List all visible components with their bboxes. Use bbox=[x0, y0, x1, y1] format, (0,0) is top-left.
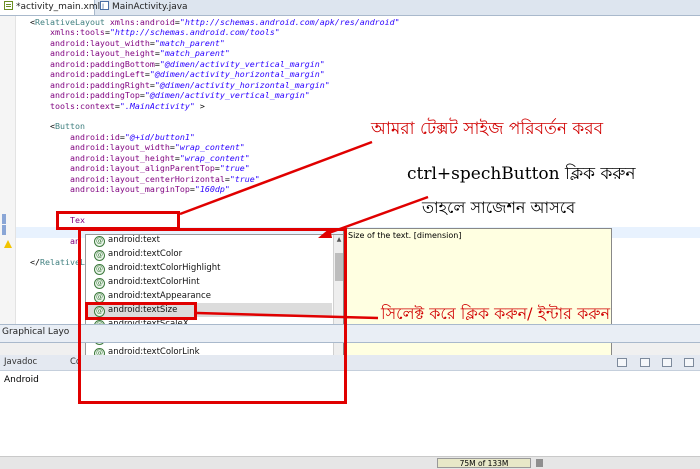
change-marker bbox=[2, 225, 6, 235]
code-token: "true" bbox=[219, 163, 250, 174]
code-line: android:paddingTop="@dimen/activity_vert… bbox=[30, 90, 400, 100]
code-token: Button bbox=[54, 121, 85, 132]
code-token: android:id bbox=[30, 131, 120, 142]
xml-file-icon bbox=[4, 1, 13, 10]
code-token: an bbox=[30, 236, 80, 247]
code-line: android:paddingRight="@dimen/activity_ho… bbox=[30, 80, 400, 90]
svg-text:J: J bbox=[101, 3, 104, 11]
code-token: android:layout_marginTop bbox=[30, 184, 190, 194]
warning-icon bbox=[4, 240, 12, 248]
code-token: "true" bbox=[229, 173, 260, 184]
editor-gutter bbox=[0, 16, 16, 324]
code-line: android:paddingLeft="@dimen/activity_hor… bbox=[30, 69, 400, 79]
code-token: android:layout_centerHorizontal bbox=[30, 173, 225, 184]
heap-status[interactable]: 75M of 133M bbox=[437, 458, 531, 468]
code-line: xmlns:tools="http://schemas.android.com/… bbox=[30, 27, 400, 37]
toolbar-display-icon[interactable] bbox=[662, 358, 672, 367]
code-token: android:layout_width bbox=[30, 142, 170, 153]
code-token: "@dimen/activity_horizontal_margin" bbox=[154, 79, 330, 90]
code-line: android:paddingBottom="@dimen/activity_v… bbox=[30, 59, 400, 69]
annotation-select-click: সিলেক্ট করে ক্লিক করুন/ ইন্টার করুন bbox=[381, 304, 611, 323]
code-line: android:layout_width="wrap_content" bbox=[30, 142, 400, 152]
code-token: android:layout_height bbox=[30, 152, 175, 163]
change-marker bbox=[2, 214, 6, 224]
java-file-icon: J bbox=[100, 1, 109, 11]
code-token: "@dimen/activity_vertical_margin" bbox=[159, 58, 325, 69]
annotation-suggestion: তাহলে সাজেশন আসবে bbox=[422, 198, 576, 217]
code-line: android:id="@+id/button1" bbox=[30, 132, 400, 142]
code-line: tools:context=".MainActivity" > bbox=[30, 101, 400, 111]
status-bar: 75M of 133M bbox=[0, 456, 700, 469]
tab-label: *activity_main.xml bbox=[16, 2, 101, 12]
doc-text: Size of the text. [dimension] bbox=[348, 231, 462, 240]
code-token: "wrap_content" bbox=[179, 152, 250, 163]
console-name: Android bbox=[4, 375, 39, 385]
code-token: "@dimen/activity_vertical_margin" bbox=[144, 90, 310, 101]
code-token: "http://schemas.android.com/tools" bbox=[109, 27, 280, 38]
code-token: "wrap_content" bbox=[174, 142, 245, 153]
code-token: android:layout_width bbox=[30, 37, 150, 48]
code-token: "match_parent" bbox=[154, 37, 225, 48]
tab-graphical-layout[interactable]: Graphical Layo bbox=[2, 327, 69, 337]
code-token: android:paddingLeft bbox=[30, 69, 145, 80]
code-token: android:paddingBottom bbox=[30, 58, 155, 69]
code-token: ".MainActivity" bbox=[119, 100, 195, 111]
code-token: "@dimen/activity_horizontal_margin" bbox=[149, 69, 325, 80]
code-token: android:paddingRight bbox=[30, 79, 150, 90]
code-token: "http://schemas.android.com/apk/res/andr… bbox=[179, 17, 400, 27]
tab-label: MainActivity.java bbox=[112, 2, 188, 12]
code-token: android:layout_height bbox=[30, 48, 155, 59]
tab-javadoc[interactable]: Javadoc bbox=[4, 357, 37, 367]
code-line: android:layout_width="match_parent" bbox=[30, 38, 400, 48]
code-token: </ bbox=[30, 257, 40, 268]
code-token: RelativeLayout bbox=[35, 17, 105, 27]
tab-mainactivity-java[interactable]: J MainActivity.java bbox=[96, 0, 201, 15]
code-line: android:layout_centerHorizontal="true" bbox=[30, 174, 400, 184]
code-line: android:layout_marginTop="160dp" bbox=[30, 184, 400, 194]
code-token: > bbox=[194, 100, 205, 111]
toolbar-clear-icon[interactable] bbox=[617, 358, 627, 367]
code-line: android:layout_alignParentTop="true" bbox=[30, 163, 400, 173]
highlight-box-textsize bbox=[85, 302, 197, 320]
tab-activity-main-xml[interactable]: *activity_main.xml bbox=[0, 0, 100, 15]
garbage-collect-icon[interactable] bbox=[536, 459, 543, 467]
toolbar-pin-icon[interactable] bbox=[640, 358, 650, 367]
code-token: xmlns:android bbox=[104, 17, 175, 27]
code-token: < bbox=[30, 121, 55, 132]
code-token: "@+id/button1" bbox=[124, 131, 195, 142]
code-token: xmlns:tools bbox=[30, 27, 105, 38]
annotation-ctrl-space: ctrl+spechButton ক্লিক করুন bbox=[407, 164, 636, 184]
code-line: <RelativeLayout xmlns:android="http://sc… bbox=[30, 17, 400, 27]
toolbar-minimize-icon[interactable] bbox=[684, 358, 694, 367]
code-token: tools:context bbox=[30, 100, 115, 111]
editor-tab-bar: *activity_main.xml J MainActivity.java bbox=[0, 0, 700, 16]
code-line: android:layout_height="match_parent" bbox=[30, 48, 400, 58]
annotation-change-text-size: আমরা টেক্সট সাইজ পরিবর্তন করব bbox=[371, 119, 604, 139]
code-line: <Button bbox=[30, 121, 400, 131]
code-line: android:layout_height="wrap_content" bbox=[30, 153, 400, 163]
code-token: "match_parent" bbox=[159, 48, 230, 59]
code-token: android:layout_alignParentTop bbox=[30, 163, 215, 174]
code-token: "160dp" bbox=[194, 184, 230, 194]
code-token: android:paddingTop bbox=[30, 90, 140, 101]
